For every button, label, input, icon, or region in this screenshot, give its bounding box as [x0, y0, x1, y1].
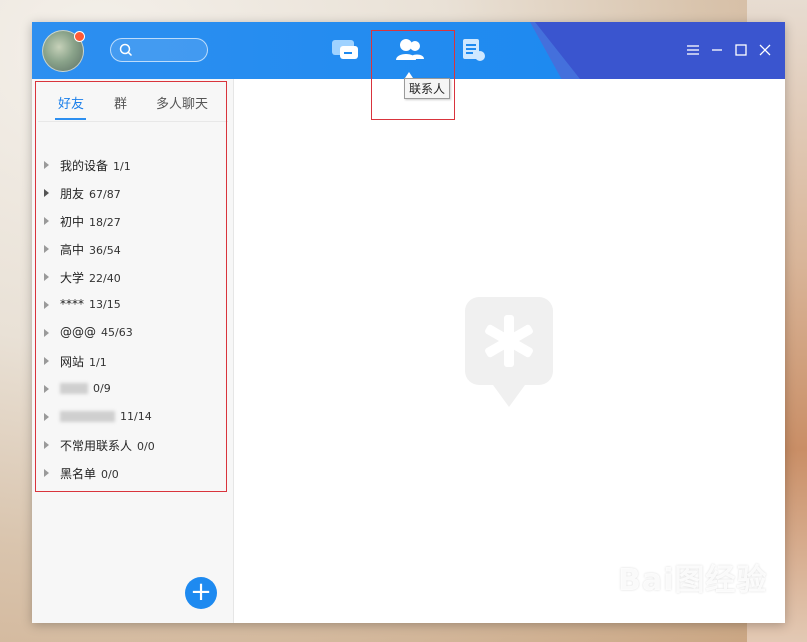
minimize-icon — [712, 49, 722, 51]
chat-tab[interactable] — [330, 36, 362, 64]
status-dot — [74, 31, 85, 42]
maximize-button[interactable] — [733, 42, 749, 58]
add-icon: + — [190, 577, 212, 607]
highlight-box-contacts — [371, 30, 455, 120]
feed-tab[interactable] — [460, 36, 492, 64]
tooltip: 联系人 — [404, 78, 451, 99]
close-icon — [759, 44, 771, 56]
watermark-url: jingyan.baidu.com — [618, 597, 746, 611]
watermark-brand: Bai图经验 — [618, 563, 768, 598]
menu-icon — [687, 45, 699, 55]
add-button[interactable]: + — [185, 577, 217, 609]
search-input[interactable] — [110, 38, 208, 62]
contacts-sidebar: 好友 群 多人聊天 我的设备 1/1 朋友 67/87 初中 18/27 高中 36/5… — [32, 79, 234, 623]
highlight-box-sidebar — [35, 81, 227, 492]
close-button[interactable] — [757, 42, 773, 58]
menu-button[interactable] — [685, 42, 701, 58]
qq-main-window: 联系人 好友 群 多人聊天 我的设备1/1 朋友67/87 初中18/27 — [32, 22, 785, 623]
watermark: Bai图经验 jingyan.baidu.com — [618, 555, 767, 611]
minimize-button[interactable] — [709, 42, 725, 58]
search-icon — [119, 43, 133, 57]
feed-icon — [463, 39, 485, 61]
empty-state-logo — [465, 297, 553, 413]
chat-icon — [332, 40, 358, 59]
empty-logo-icon — [465, 297, 553, 407]
maximize-icon — [735, 44, 747, 56]
